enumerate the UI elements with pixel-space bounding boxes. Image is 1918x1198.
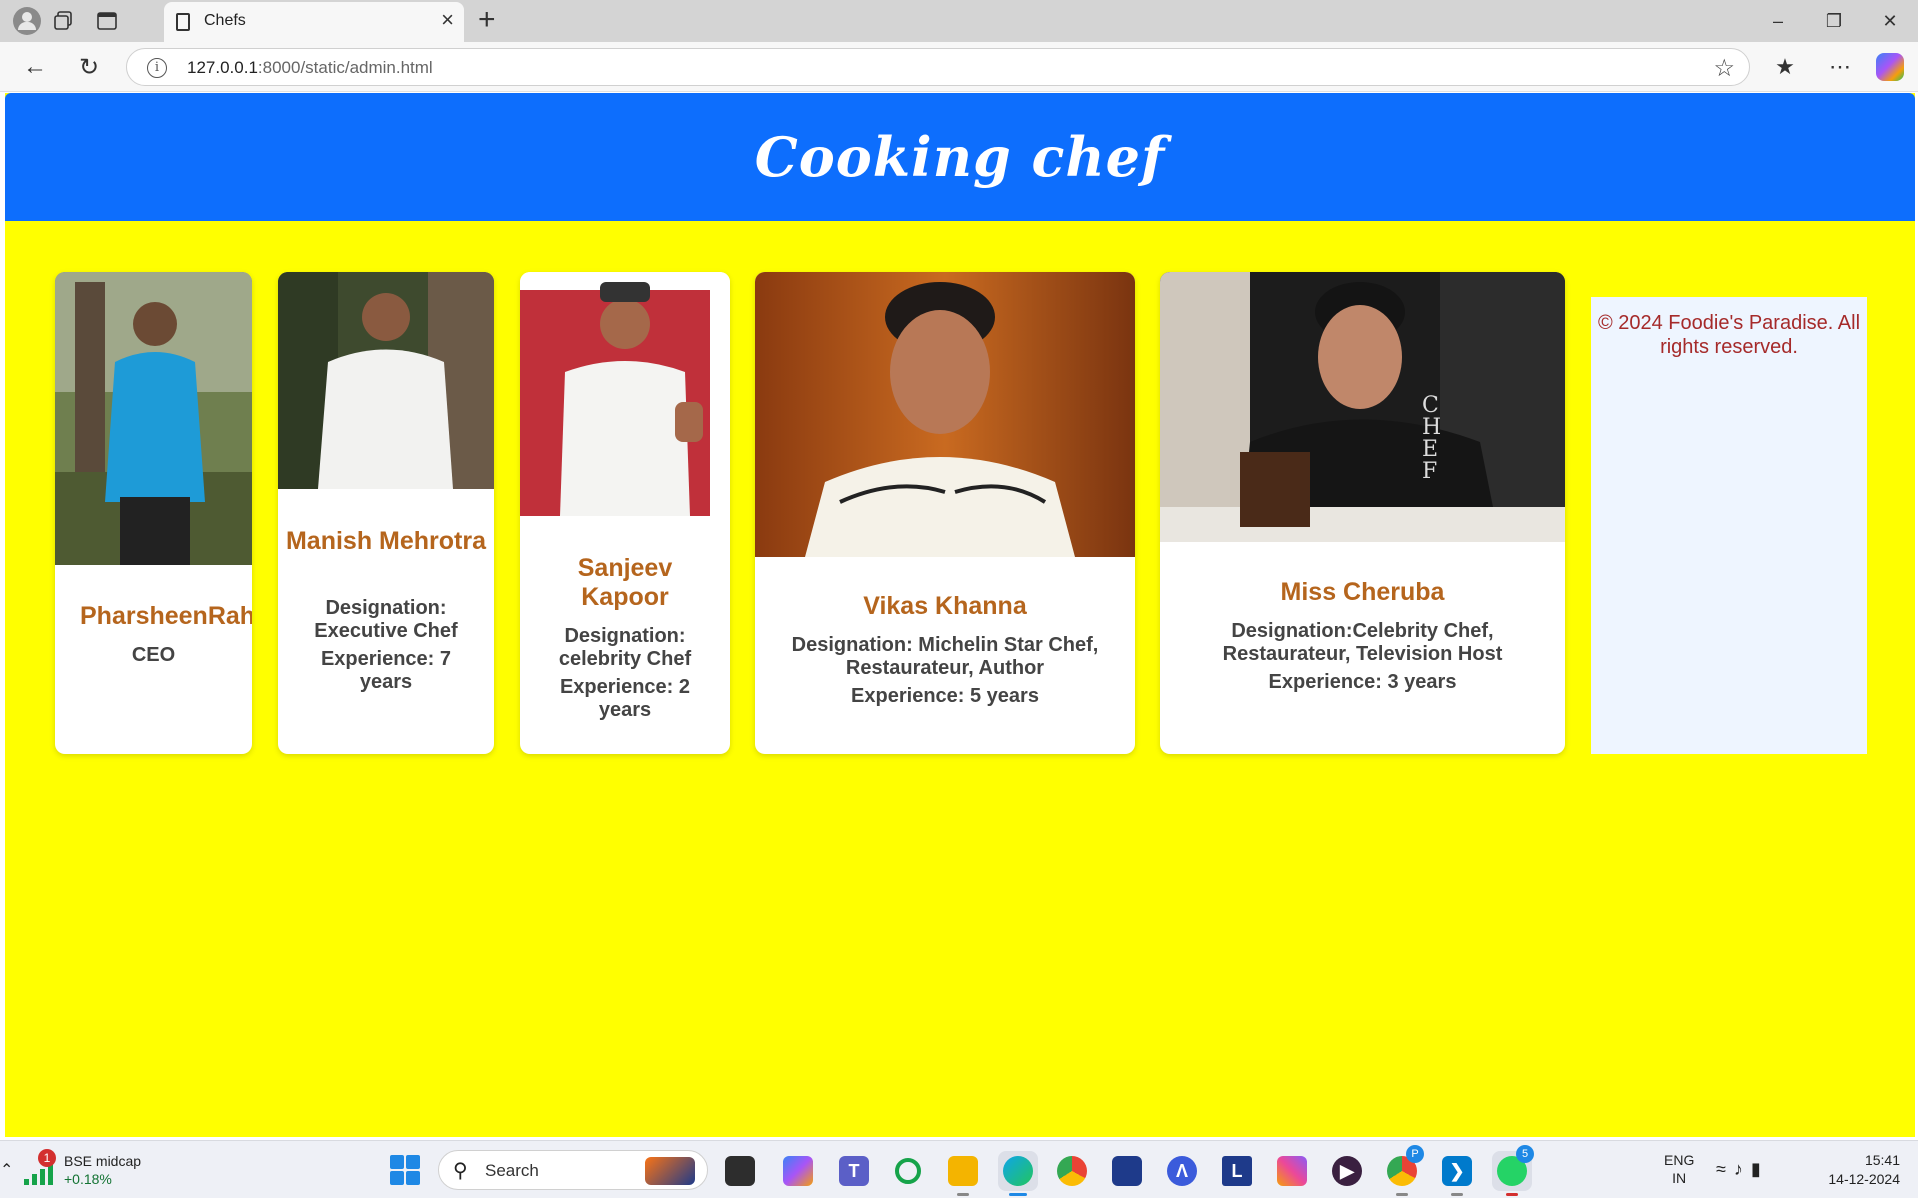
chef-photo: C H E F bbox=[1160, 272, 1565, 542]
refresh-icon[interactable]: ↻ bbox=[74, 52, 104, 82]
workspaces-icon[interactable] bbox=[52, 9, 76, 33]
battery-icon[interactable]: ▮ bbox=[1751, 1159, 1769, 1179]
language-indicator[interactable]: ENG IN bbox=[1664, 1151, 1694, 1187]
teams-icon[interactable]: T bbox=[834, 1151, 874, 1191]
svg-text:F: F bbox=[1422, 459, 1437, 484]
chef-photo bbox=[520, 272, 730, 516]
store-icon[interactable] bbox=[1107, 1151, 1147, 1191]
window-controls: – ❐ ✕ bbox=[1750, 0, 1918, 42]
chef-experience: Experience: 5 years bbox=[851, 685, 1039, 707]
search-label: Search bbox=[485, 1161, 539, 1180]
vertical-tabs-icon[interactable] bbox=[95, 9, 119, 33]
chef-designation: Designation:Celebrity Chef, Restaurateur… bbox=[1222, 620, 1503, 665]
media-player-icon[interactable]: ▶ bbox=[1327, 1151, 1367, 1191]
taskbar-search[interactable]: ⚲ Search bbox=[438, 1150, 708, 1190]
chef-photo bbox=[278, 272, 494, 489]
l-app-icon[interactable]: L bbox=[1217, 1151, 1257, 1191]
chef-photo bbox=[755, 272, 1135, 557]
windows-start-icon[interactable] bbox=[390, 1155, 420, 1185]
chef-photo bbox=[55, 272, 252, 565]
wifi-icon[interactable]: ≈ bbox=[1716, 1159, 1734, 1179]
chef-name: Manish Mehrotra bbox=[285, 527, 487, 555]
edge-icon[interactable] bbox=[998, 1151, 1038, 1196]
page-title: Cooking chef bbox=[754, 125, 1166, 189]
chef-experience: Experience: 7 years bbox=[320, 648, 452, 693]
chef-name: Vikas Khanna bbox=[863, 592, 1027, 620]
volume-icon[interactable]: ♪ bbox=[1734, 1159, 1751, 1179]
chef-name: PharsheenRah bbox=[80, 602, 252, 630]
chrome-icon[interactable] bbox=[1052, 1151, 1092, 1191]
profile-badge: P bbox=[1406, 1145, 1424, 1163]
favorites-icon[interactable]: ★ bbox=[1770, 52, 1800, 82]
tab-title: Chefs bbox=[204, 12, 246, 29]
tab-chefs[interactable]: Chefs × bbox=[164, 2, 464, 42]
system-tray[interactable]: ≈♪▮ bbox=[1716, 1159, 1769, 1180]
widget-title: BSE midcap bbox=[64, 1153, 142, 1169]
taskbar: 1 BSE midcap +0.18% ⚲ Search T Λ L ▶ P ❯… bbox=[0, 1140, 1918, 1198]
aura-app-icon[interactable]: Λ bbox=[1162, 1151, 1202, 1191]
task-view-icon[interactable] bbox=[720, 1151, 760, 1191]
widget-change: +0.18% bbox=[64, 1171, 112, 1187]
chef-card: PharsheenRah CEO bbox=[55, 272, 252, 754]
close-tab-icon[interactable]: × bbox=[441, 9, 454, 31]
chef-name: Sanjeev Kapoor bbox=[577, 554, 673, 611]
clock-time: 15:41 bbox=[1864, 1152, 1900, 1168]
whatsapp-badge: 5 bbox=[1516, 1145, 1534, 1163]
close-window-icon[interactable]: ✕ bbox=[1862, 0, 1918, 42]
clock-date: 14-12-2024 bbox=[1828, 1171, 1900, 1187]
whatsapp-icon[interactable]: 5 bbox=[1492, 1145, 1534, 1196]
back-arrow-icon[interactable]: ← bbox=[20, 52, 50, 82]
url-text[interactable]: 127.0.0.1:8000/static/admin.html bbox=[187, 58, 433, 78]
browser-tab-strip: Chefs × + – ❐ ✕ bbox=[0, 0, 1918, 42]
chef-card: Sanjeev Kapoor Designation: celebrity Ch… bbox=[520, 272, 730, 754]
chef-experience: Experience: 3 years bbox=[1268, 671, 1457, 693]
page-viewport: Cooking chef PharsheenRah CEO Manish Meh… bbox=[5, 93, 1915, 1137]
address-bar[interactable]: i 127.0.0.1:8000/static/admin.html ☆ bbox=[126, 48, 1750, 86]
minimize-icon[interactable]: – bbox=[1750, 0, 1806, 42]
more-options-icon[interactable]: ⋯ bbox=[1825, 52, 1855, 82]
chrome-profile-icon[interactable]: P bbox=[1382, 1145, 1424, 1196]
chef-experience: Experience: 2 years bbox=[559, 676, 691, 721]
chef-name: Miss Cheruba bbox=[1280, 578, 1445, 606]
site-info-icon[interactable]: i bbox=[147, 58, 167, 78]
show-hidden-icons-chevron-icon[interactable]: ⌃ bbox=[0, 1141, 13, 1198]
favorite-star-icon[interactable]: ☆ bbox=[1713, 54, 1735, 83]
notification-badge: 1 bbox=[38, 1149, 56, 1167]
vscode-icon[interactable]: ❯ bbox=[1437, 1151, 1477, 1196]
chef-designation: Designation: Executive Chef bbox=[314, 597, 458, 642]
browser-toolbar: ← ↻ i 127.0.0.1:8000/static/admin.html ☆… bbox=[0, 42, 1918, 92]
copilot-app-icon[interactable] bbox=[778, 1151, 818, 1191]
file-explorer-icon[interactable] bbox=[943, 1151, 983, 1196]
page-header: Cooking chef bbox=[5, 93, 1915, 221]
search-icon: ⚲ bbox=[453, 1160, 468, 1182]
footer-copyright: © 2024 Foodie's Paradise. All rights res… bbox=[1591, 297, 1867, 754]
page-icon bbox=[176, 13, 190, 31]
restore-icon[interactable]: ❐ bbox=[1806, 0, 1862, 42]
clock[interactable]: 15:41 14-12-2024 bbox=[1816, 1151, 1900, 1189]
new-tab-icon[interactable]: + bbox=[478, 5, 496, 35]
sync-app-icon[interactable] bbox=[888, 1151, 928, 1191]
copilot-icon[interactable] bbox=[1876, 53, 1904, 81]
profile-icon[interactable] bbox=[13, 7, 41, 35]
chef-card: Manish Mehrotra Designation: Executive C… bbox=[278, 272, 494, 754]
instagram-icon[interactable] bbox=[1272, 1151, 1312, 1191]
search-highlight-icon bbox=[645, 1157, 695, 1185]
chef-designation: Designation: celebrity Chef bbox=[558, 625, 692, 670]
chef-card: Vikas Khanna Designation: Michelin Star … bbox=[755, 272, 1135, 754]
chef-card: C H E F Miss Cheruba Designation:Celebri… bbox=[1160, 272, 1565, 754]
stock-widget[interactable]: 1 BSE midcap +0.18% bbox=[24, 1149, 144, 1191]
chef-designation: CEO bbox=[131, 644, 176, 666]
chef-designation: Designation: Michelin Star Chef, Restaur… bbox=[791, 634, 1099, 679]
